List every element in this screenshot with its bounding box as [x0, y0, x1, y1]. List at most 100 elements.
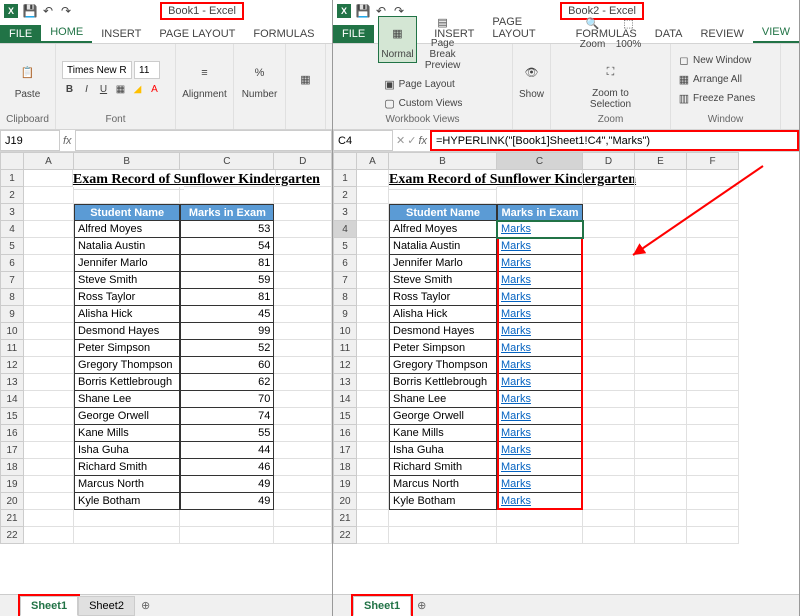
cell[interactable]	[357, 391, 389, 408]
hyperlink-marks[interactable]: Marks	[501, 308, 531, 320]
cell[interactable]	[635, 493, 687, 510]
cell[interactable]: Marks	[497, 493, 583, 510]
cell[interactable]	[274, 391, 332, 408]
row-header[interactable]: 9	[333, 306, 357, 323]
normal-view-button[interactable]: ▦Normal	[378, 16, 416, 63]
cell[interactable]: 62	[180, 374, 274, 391]
fx-icon[interactable]: fx	[63, 135, 72, 147]
col-header[interactable]: A	[24, 152, 74, 170]
cell[interactable]: Ross Taylor	[74, 289, 180, 306]
cell[interactable]	[583, 187, 635, 204]
tab-page-layout[interactable]: PAGE LAYOUT	[150, 25, 244, 43]
cell[interactable]	[74, 510, 180, 527]
cell[interactable]	[24, 238, 74, 255]
cell[interactable]	[357, 221, 389, 238]
cell[interactable]	[274, 459, 332, 476]
alignment-button[interactable]: ≡Alignment	[180, 57, 228, 102]
row-header[interactable]: 22	[0, 527, 24, 544]
col-header[interactable]: B	[389, 152, 497, 170]
cell[interactable]	[357, 425, 389, 442]
cell[interactable]: Marks	[497, 459, 583, 476]
enter-icon[interactable]: ✓	[407, 134, 416, 147]
cell[interactable]: Marks	[497, 391, 583, 408]
cell[interactable]: Steve Smith	[389, 272, 497, 289]
fill-color-button[interactable]: ◢	[130, 82, 145, 97]
row-header[interactable]: 13	[0, 374, 24, 391]
row-header[interactable]: 16	[333, 425, 357, 442]
cell[interactable]: Steve Smith	[74, 272, 180, 289]
cell[interactable]: Alisha Hick	[74, 306, 180, 323]
cell[interactable]	[583, 425, 635, 442]
cell[interactable]	[357, 187, 389, 204]
worksheet-grid[interactable]: 12345678910111213141516171819202122 ABCD…	[0, 152, 332, 594]
cell[interactable]	[357, 442, 389, 459]
cell[interactable]	[357, 340, 389, 357]
cell[interactable]	[583, 306, 635, 323]
row-header[interactable]: 7	[333, 272, 357, 289]
cell[interactable]: Marks	[497, 323, 583, 340]
underline-button[interactable]: U	[96, 82, 111, 97]
cell[interactable]	[583, 272, 635, 289]
cell[interactable]: Gregory Thompson	[74, 357, 180, 374]
cell[interactable]: Kyle Botham	[389, 493, 497, 510]
row-header[interactable]: 6	[0, 255, 24, 272]
hyperlink-marks[interactable]: Marks	[501, 257, 531, 269]
cell[interactable]	[389, 510, 497, 527]
row-header[interactable]: 13	[333, 374, 357, 391]
cell[interactable]	[635, 442, 687, 459]
cell[interactable]	[497, 527, 583, 544]
select-all-corner[interactable]	[333, 152, 357, 170]
cell[interactable]	[357, 408, 389, 425]
cell[interactable]: Marks	[497, 221, 583, 238]
cell[interactable]	[24, 272, 74, 289]
cell[interactable]: Marks	[497, 476, 583, 493]
cell[interactable]	[687, 221, 739, 238]
cell[interactable]	[357, 170, 389, 187]
cell[interactable]	[274, 289, 332, 306]
cell[interactable]	[276, 170, 332, 187]
cell[interactable]	[687, 493, 739, 510]
cell[interactable]	[583, 459, 635, 476]
cell[interactable]	[180, 527, 274, 544]
cell[interactable]: 54	[180, 238, 274, 255]
cell[interactable]	[635, 374, 687, 391]
cell[interactable]	[635, 510, 687, 527]
cell[interactable]	[24, 289, 74, 306]
cell[interactable]	[635, 221, 687, 238]
cell[interactable]: Shane Lee	[389, 391, 497, 408]
font-size-combo[interactable]: 11	[134, 61, 160, 79]
cell[interactable]	[635, 340, 687, 357]
row-header[interactable]: 6	[333, 255, 357, 272]
cell[interactable]	[687, 391, 739, 408]
cell[interactable]	[24, 204, 74, 221]
select-all-corner[interactable]	[0, 152, 24, 170]
cell[interactable]	[583, 204, 635, 221]
cell[interactable]	[583, 374, 635, 391]
row-header[interactable]: 14	[0, 391, 24, 408]
cell[interactable]	[635, 425, 687, 442]
cell[interactable]	[635, 170, 687, 187]
hyperlink-marks[interactable]: Marks	[501, 325, 531, 337]
cell[interactable]	[274, 476, 332, 493]
undo-icon[interactable]: ↶	[40, 3, 56, 19]
row-header[interactable]: 2	[0, 187, 24, 204]
cell[interactable]	[687, 408, 739, 425]
cell[interactable]: Marks	[497, 374, 583, 391]
arrange-all-button[interactable]: ▦Arrange All	[675, 70, 776, 88]
hyperlink-marks[interactable]: Marks	[501, 342, 531, 354]
cell[interactable]: Shane Lee	[74, 391, 180, 408]
cell[interactable]	[635, 527, 687, 544]
hyperlink-marks[interactable]: Marks	[501, 461, 531, 473]
row-header[interactable]: 15	[0, 408, 24, 425]
row-header[interactable]: 14	[333, 391, 357, 408]
hyperlink-marks[interactable]: Marks	[501, 291, 531, 303]
hyperlink-marks[interactable]: Marks	[501, 274, 531, 286]
row-header[interactable]: 21	[333, 510, 357, 527]
cell[interactable]: George Orwell	[389, 408, 497, 425]
cell[interactable]: Marks	[497, 306, 583, 323]
cell[interactable]: Marks	[497, 340, 583, 357]
save-icon[interactable]: 💾	[22, 3, 38, 19]
cell[interactable]	[389, 527, 497, 544]
cell[interactable]	[24, 425, 74, 442]
cell[interactable]	[687, 323, 739, 340]
